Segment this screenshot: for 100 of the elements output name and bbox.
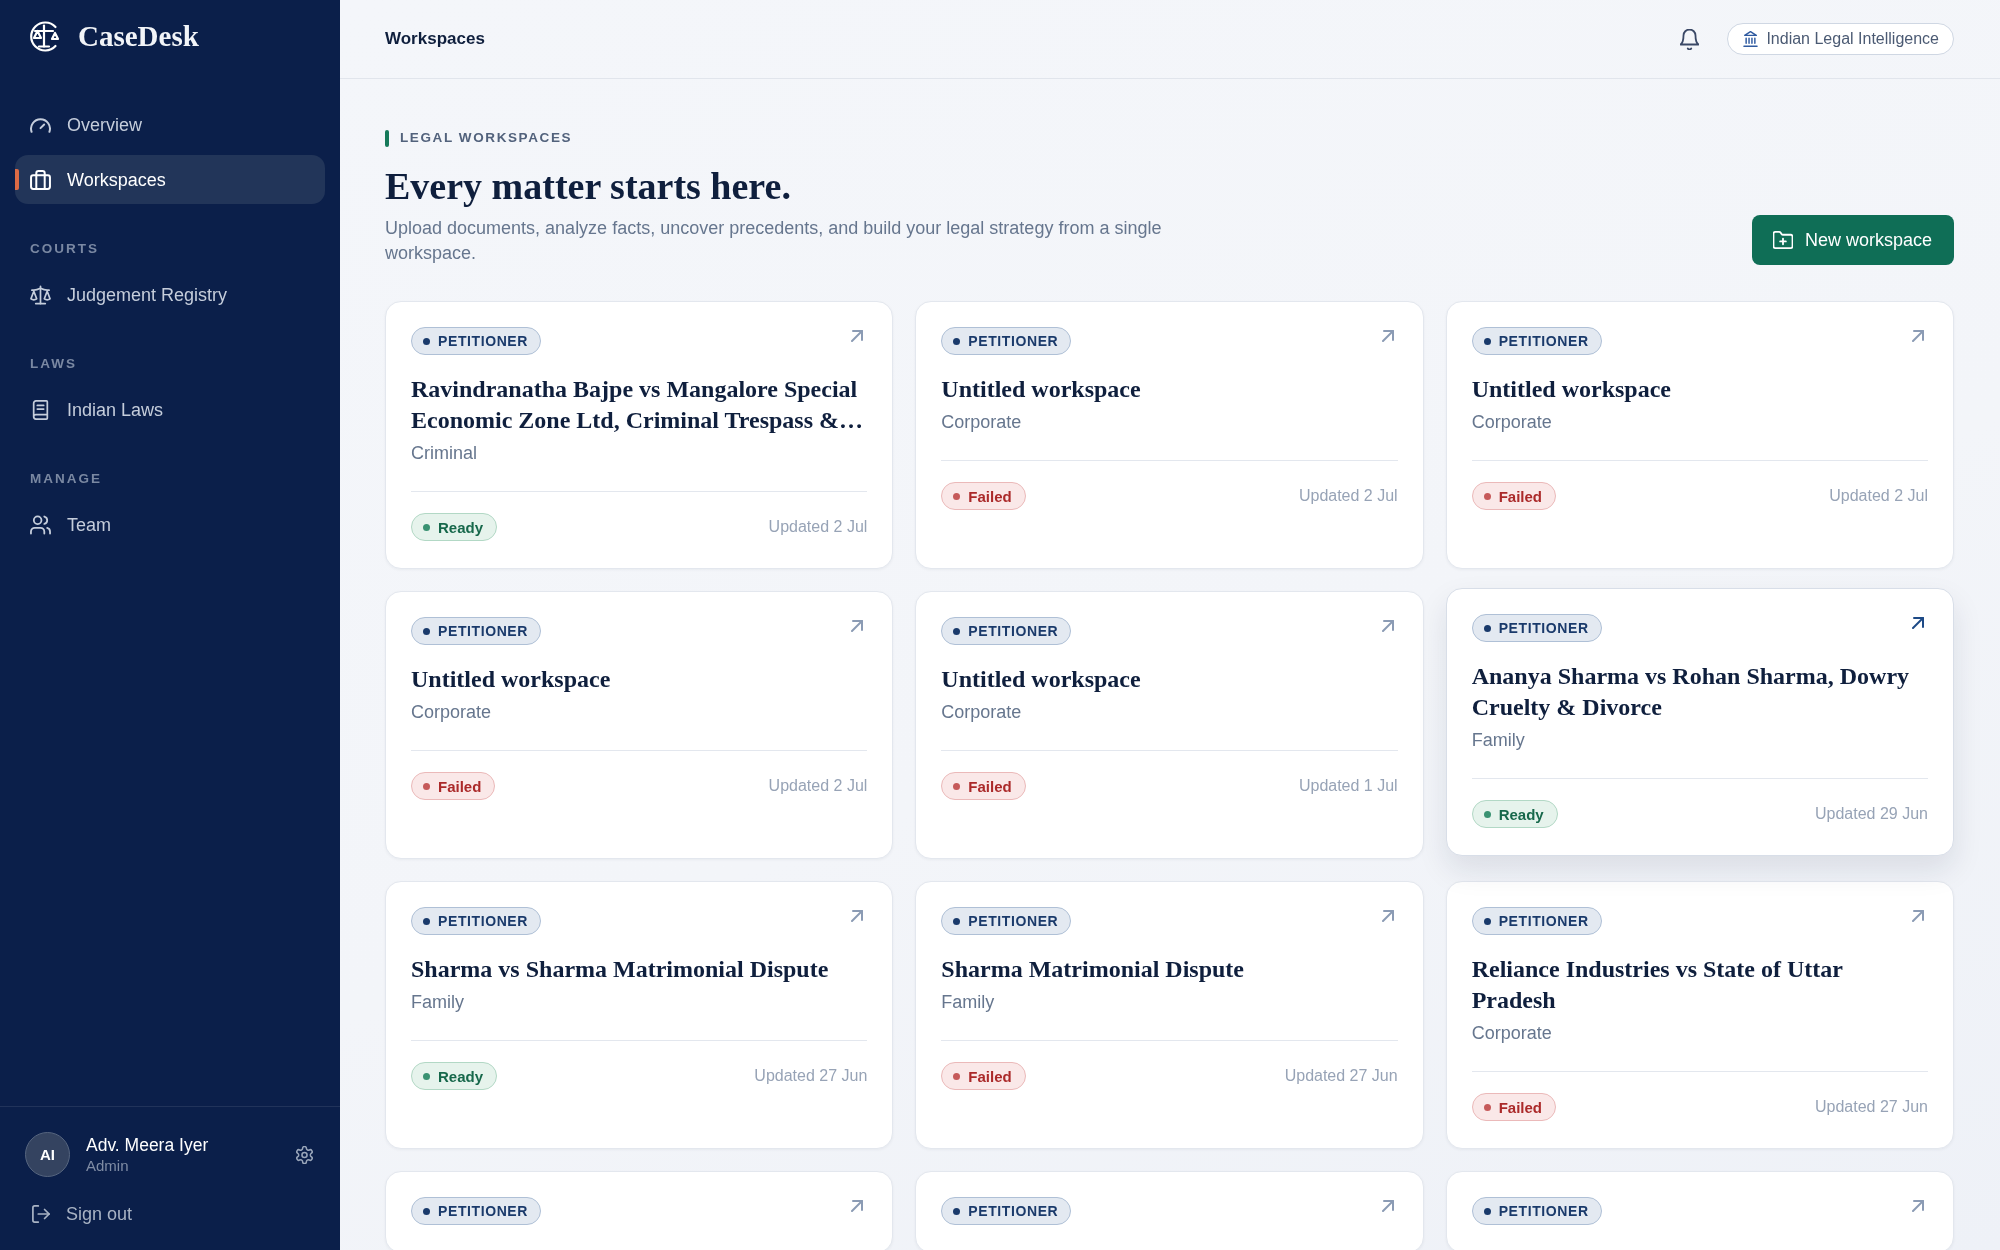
eyebrow-label: LEGAL WORKSPACES	[400, 129, 573, 147]
updated-date: Updated 2 Jul	[1298, 487, 1398, 505]
sign-out-link[interactable]: Sign out	[32, 1203, 133, 1225]
bell-icon[interactable]	[1680, 28, 1700, 50]
workspace-card[interactable]: PETITIONER	[1445, 1171, 1954, 1250]
dot-icon	[953, 337, 961, 345]
nav-section-heading: COURTS	[30, 241, 99, 257]
status-badge: Ready	[411, 1062, 498, 1090]
updated-date: Updated 27 Jun	[1284, 1067, 1398, 1085]
dot-icon	[423, 1207, 430, 1215]
updated-date: Updated 29 Jun	[1815, 805, 1928, 823]
brand-name: CaseDesk	[78, 20, 199, 53]
dot-icon	[953, 1207, 961, 1215]
folder-plus-icon	[1772, 231, 1793, 249]
role-tag: PETITIONER	[411, 1197, 541, 1225]
settings-icon[interactable]	[296, 1145, 313, 1164]
role-tag: PETITIONER	[941, 327, 1072, 355]
role-tag: PETITIONER	[411, 617, 541, 645]
dot-icon	[423, 1072, 430, 1080]
status-badge: Failed	[941, 482, 1026, 510]
nav-section-heading: LAWS	[30, 356, 77, 372]
dot-icon	[423, 627, 430, 635]
workspace-title: Ravindranatha Bajpe vs Mangalore Special Economic Zone Ltd, Criminal Trespass &…	[411, 375, 865, 435]
user-name: Adv. Meera Iyer	[86, 1134, 209, 1156]
workspace-category: Family	[1471, 729, 1525, 752]
dot-icon	[423, 782, 430, 790]
nav-item[interactable]: Indian Laws	[30, 398, 164, 421]
user-role: Admin	[86, 1156, 129, 1175]
workspace-card[interactable]: PETITIONER Sharma vs Sharma Matrimonial Dispute Family Ready Updated 27 Jun	[385, 881, 894, 1149]
dot-icon	[423, 917, 430, 925]
briefcase-icon	[30, 169, 51, 190]
status-badge: Ready	[1471, 800, 1558, 828]
dot-icon	[1483, 917, 1491, 925]
status-badge: Ready	[411, 513, 498, 541]
headline: Every matter starts here.	[385, 164, 791, 209]
new-workspace-button[interactable]: New workspace	[1751, 215, 1954, 265]
workspace-card[interactable]: PETITIONER Ananya Sharma vs Rohan Sharma, Dowry Cruelty & Divorce Family Ready Updated 29 Jun	[1445, 588, 1954, 856]
workspace-category: Criminal	[411, 442, 477, 465]
role-tag: PETITIONER	[1471, 1197, 1602, 1225]
dot-icon	[423, 523, 430, 531]
workspace-card[interactable]: PETITIONER	[385, 1171, 894, 1250]
page-title: Workspaces	[385, 29, 485, 49]
workspace-card[interactable]: PETITIONER Untitled workspace Corporate Failed Updated 2 Jul	[915, 301, 1424, 569]
accent-bar-icon	[385, 129, 389, 147]
role-tag: PETITIONER	[1471, 327, 1602, 355]
updated-date: Updated 2 Jul	[768, 777, 868, 795]
workspace-card[interactable]: PETITIONER Ravindranatha Bajpe vs Mangalore Special Economic Zone Ltd, Criminal Trespass &… Criminal Ready Updated 2 Jul	[385, 301, 894, 569]
scales-icon	[30, 284, 51, 305]
workspace-card[interactable]: PETITIONER Sharma Matrimonial Dispute Family Failed Updated 27 Jun	[915, 881, 1424, 1149]
workspace-title: Ananya Sharma vs Rohan Sharma, Dowry Cruelty & Divorce	[1471, 662, 1911, 722]
dot-icon	[953, 782, 961, 790]
nav-item[interactable]: Judgement Registry	[30, 283, 228, 306]
dot-icon	[1483, 810, 1491, 818]
hero-description: Upload documents, analyze facts, uncover precedents, and build your legal strategy from a single workspace.	[385, 217, 1163, 265]
workspace-card[interactable]: PETITIONER Untitled workspace Corporate Failed Updated 2 Jul	[385, 591, 894, 859]
dot-icon	[1483, 492, 1491, 500]
updated-date: Updated 1 Jul	[1298, 777, 1398, 795]
arrow-up-right-icon[interactable]	[1912, 617, 1924, 629]
role-tag: PETITIONER	[941, 617, 1072, 645]
updated-date: Updated 27 Jun	[1815, 1098, 1928, 1116]
status-badge: Failed	[941, 772, 1026, 800]
dot-icon	[1483, 1103, 1491, 1111]
workspace-category: Corporate	[941, 411, 1022, 434]
workspace-category: Corporate	[1471, 1022, 1552, 1045]
dot-icon	[423, 337, 430, 345]
sign-out-icon	[32, 1205, 50, 1223]
updated-date: Updated 2 Jul	[1829, 487, 1928, 505]
updated-date: Updated 2 Jul	[768, 518, 868, 536]
context-badge: Indian Legal Intelligence	[1727, 23, 1954, 55]
workspace-category: Family	[411, 991, 464, 1014]
workspace-card[interactable]: PETITIONER Untitled workspace Corporate Failed Updated 1 Jul	[915, 591, 1424, 859]
workspace-category: Corporate	[1471, 411, 1552, 434]
nav-item[interactable]: Overview	[30, 113, 142, 136]
dot-icon	[953, 1072, 961, 1080]
workspace-category: Corporate	[411, 701, 492, 724]
workspace-title: Sharma vs Sharma Matrimonial Dispute	[411, 955, 830, 984]
status-badge: Failed	[1471, 482, 1556, 510]
workspace-title: Reliance Industries vs State of Uttar Pradesh	[1471, 955, 1844, 1015]
workspace-title: Untitled workspace	[941, 665, 1142, 694]
workspace-category: Corporate	[941, 701, 1022, 724]
nav-item[interactable]: Workspaces	[15, 155, 325, 204]
role-tag: PETITIONER	[941, 907, 1072, 935]
role-tag: PETITIONER	[941, 1197, 1072, 1225]
workspace-title: Untitled workspace	[941, 375, 1142, 404]
dot-icon	[953, 627, 961, 635]
status-badge: Failed	[941, 1062, 1026, 1090]
workspace-card[interactable]: PETITIONER	[915, 1171, 1424, 1250]
updated-date: Updated 27 Jun	[754, 1067, 868, 1085]
accent-bar-icon	[15, 169, 19, 190]
nav-item[interactable]: Team	[30, 513, 111, 536]
status-badge: Failed	[1471, 1093, 1556, 1121]
role-tag: PETITIONER	[411, 907, 541, 935]
workspace-title: Sharma Matrimonial Dispute	[941, 955, 1245, 984]
role-tag: PETITIONER	[411, 327, 541, 355]
workspace-card[interactable]: PETITIONER Reliance Industries vs State of Uttar Pradesh Corporate Failed Updated 27 Jun	[1445, 881, 1954, 1149]
workspace-title: Untitled workspace	[411, 665, 612, 694]
dot-icon	[953, 917, 961, 925]
scales-logo-icon	[29, 20, 61, 53]
workspace-category: Family	[941, 991, 995, 1014]
workspace-card[interactable]: PETITIONER Untitled workspace Corporate Failed Updated 2 Jul	[1445, 301, 1954, 569]
